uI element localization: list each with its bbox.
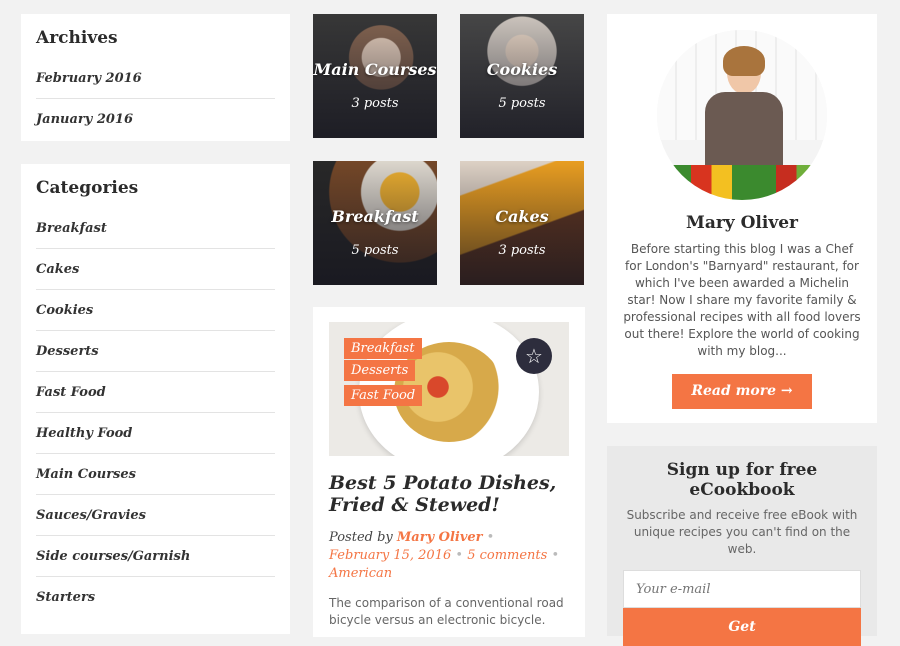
category-item[interactable]: Healthy Food — [36, 413, 275, 454]
left-sidebar: Archives February 2016 January 2016 Categ… — [21, 14, 290, 634]
category-item[interactable]: Side courses/Garnish — [36, 536, 275, 577]
star-icon[interactable]: ☆ — [516, 338, 552, 374]
tile-post-count: 5 posts — [498, 96, 546, 111]
tile-post-count: 5 posts — [351, 243, 399, 258]
post-tag[interactable]: Fast Food — [344, 385, 423, 406]
meta-dot: • — [455, 548, 464, 563]
post-title[interactable]: Best 5 Potato Dishes, Fried & Stewed! — [329, 472, 569, 516]
middle-column: Main Courses 3 posts Cookies 5 posts Bre… — [313, 14, 585, 637]
tile-category-name: Cakes — [495, 207, 549, 226]
posted-by-label: Posted by — [329, 530, 393, 545]
tile-post-count: 3 posts — [351, 96, 399, 111]
category-item[interactable]: Sauces/Gravies — [36, 495, 275, 536]
tile-category-name: Main Courses — [313, 60, 437, 79]
newsletter-subtitle: Subscribe and receive free eBook with un… — [626, 508, 858, 556]
right-sidebar: Mary Oliver Before starting this blog I … — [607, 14, 877, 646]
category-item[interactable]: Cookies — [36, 290, 275, 331]
category-item[interactable]: Desserts — [36, 331, 275, 372]
categories-list: Breakfast Cakes Cookies Desserts Fast Food He… — [36, 208, 275, 618]
tile-category-name: Cookies — [486, 60, 558, 79]
author-widget: Mary Oliver Before starting this blog I … — [607, 14, 877, 423]
meta-dot: • — [551, 548, 560, 563]
category-item[interactable]: Fast Food — [36, 372, 275, 413]
archives-title: Archives — [36, 28, 118, 48]
archive-item[interactable]: February 2016 — [36, 58, 275, 99]
category-item[interactable]: Cakes — [36, 249, 275, 290]
archives-list: February 2016 January 2016 — [36, 58, 275, 140]
author-name: Mary Oliver — [686, 213, 798, 233]
hair — [723, 46, 765, 76]
tile-cookies[interactable]: Cookies 5 posts — [460, 14, 584, 138]
author-bio: Before starting this blog I was a Chef f… — [623, 242, 861, 358]
tile-cakes[interactable]: Cakes 3 posts — [460, 161, 584, 285]
email-input[interactable] — [623, 570, 861, 608]
tile-post-count: 3 posts — [498, 243, 546, 258]
author-avatar — [657, 30, 827, 200]
post-excerpt: The comparison of a conventional road bi… — [329, 596, 564, 627]
vegetables — [657, 165, 827, 200]
post-cuisine-link[interactable]: American — [329, 566, 392, 581]
post-meta: Posted by Mary Oliver • February 15, 201… — [329, 529, 569, 583]
newsletter-widget: Sign up for free eCookbook Subscribe and… — [607, 446, 877, 646]
newsletter-title: Sign up for free eCookbook — [666, 460, 818, 500]
get-button[interactable]: Get — [623, 608, 861, 646]
tile-category-name: Breakfast — [331, 207, 419, 226]
archives-widget: Archives February 2016 January 2016 — [21, 14, 290, 141]
arrow-right-icon: → — [780, 383, 793, 399]
read-more-button[interactable]: Read more → — [672, 374, 812, 409]
post-author-link[interactable]: Mary Oliver — [397, 530, 483, 545]
categories-title: Categories — [36, 178, 139, 198]
post-card: BreakfastDesserts Fast Food ☆ Best 5 Pot… — [313, 307, 585, 637]
category-item[interactable]: Breakfast — [36, 208, 275, 249]
post-tag[interactable]: Desserts — [344, 360, 416, 381]
post-tags: BreakfastDesserts Fast Food — [344, 337, 494, 406]
post-comments-link[interactable]: 5 comments — [467, 548, 547, 563]
category-item[interactable]: Main Courses — [36, 454, 275, 495]
post-date-link[interactable]: February 15, 2016 — [329, 548, 451, 563]
meta-dot: • — [486, 530, 495, 545]
post-image[interactable]: BreakfastDesserts Fast Food ☆ — [329, 322, 569, 456]
archive-item[interactable]: January 2016 — [36, 99, 275, 140]
category-item[interactable]: Starters — [36, 577, 275, 618]
post-tag[interactable]: Breakfast — [344, 338, 422, 359]
tile-main-courses[interactable]: Main Courses 3 posts — [313, 14, 437, 138]
categories-widget: Categories Breakfast Cakes Cookies Desserts… — [21, 164, 290, 634]
tile-breakfast[interactable]: Breakfast 5 posts — [313, 161, 437, 285]
read-more-label: Read more — [691, 383, 777, 399]
